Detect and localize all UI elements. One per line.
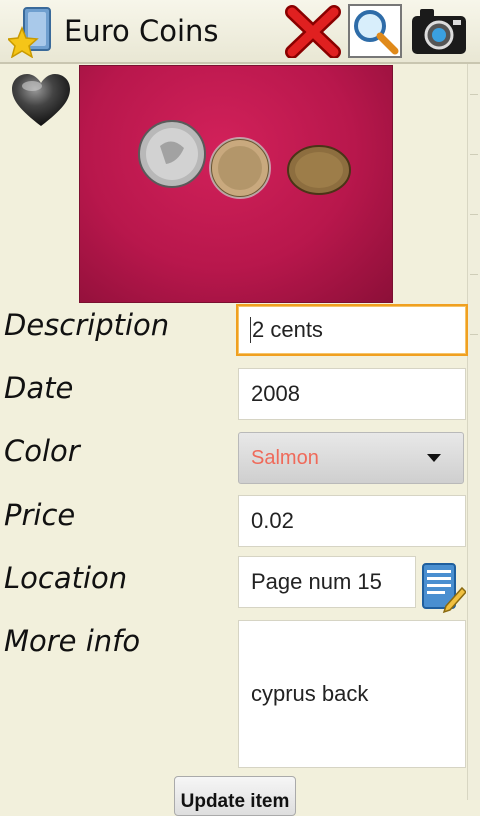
text-caret <box>250 317 251 343</box>
date-label: Date <box>4 371 74 405</box>
folder-star-icon <box>8 7 51 58</box>
date-input[interactable]: 2008 <box>238 368 466 420</box>
heart-icon[interactable] <box>10 72 72 128</box>
description-input[interactable]: 2 cents <box>236 304 468 356</box>
price-label: Price <box>4 498 76 532</box>
coin-1 <box>138 120 206 188</box>
coin-2 <box>209 137 271 199</box>
location-value: Page num 15 <box>251 569 382 594</box>
camera-button[interactable] <box>410 4 468 58</box>
more-info-textarea[interactable]: cyprus back <box>238 620 466 768</box>
color-select[interactable]: Salmon <box>238 432 464 484</box>
color-value: Salmon <box>251 446 319 469</box>
date-value: 2008 <box>251 381 300 406</box>
close-x-icon <box>285 5 341 58</box>
color-label: Color <box>4 434 80 468</box>
update-item-button[interactable]: Update item <box>174 776 296 816</box>
price-input[interactable]: 0.02 <box>238 495 466 547</box>
coin-3 <box>287 145 351 195</box>
dropdown-arrow-icon <box>427 454 441 462</box>
notepad-pencil-icon <box>422 563 466 614</box>
camera-icon <box>412 9 466 54</box>
app-title: Euro Coins <box>64 14 219 48</box>
more-info-value: cyprus back <box>251 681 369 706</box>
scrollbar[interactable] <box>467 64 480 800</box>
coins-photo[interactable] <box>80 66 392 302</box>
location-label: Location <box>4 561 128 595</box>
title-bar: Euro Coins <box>0 0 480 64</box>
price-value: 0.02 <box>251 508 294 533</box>
location-input[interactable]: Page num 15 <box>238 556 416 608</box>
more-info-label: More info <box>4 624 141 658</box>
notes-button[interactable] <box>420 560 466 614</box>
description-label: Description <box>4 308 170 342</box>
search-button[interactable] <box>348 4 402 58</box>
delete-button[interactable] <box>284 4 342 58</box>
description-value: 2 cents <box>252 317 323 342</box>
